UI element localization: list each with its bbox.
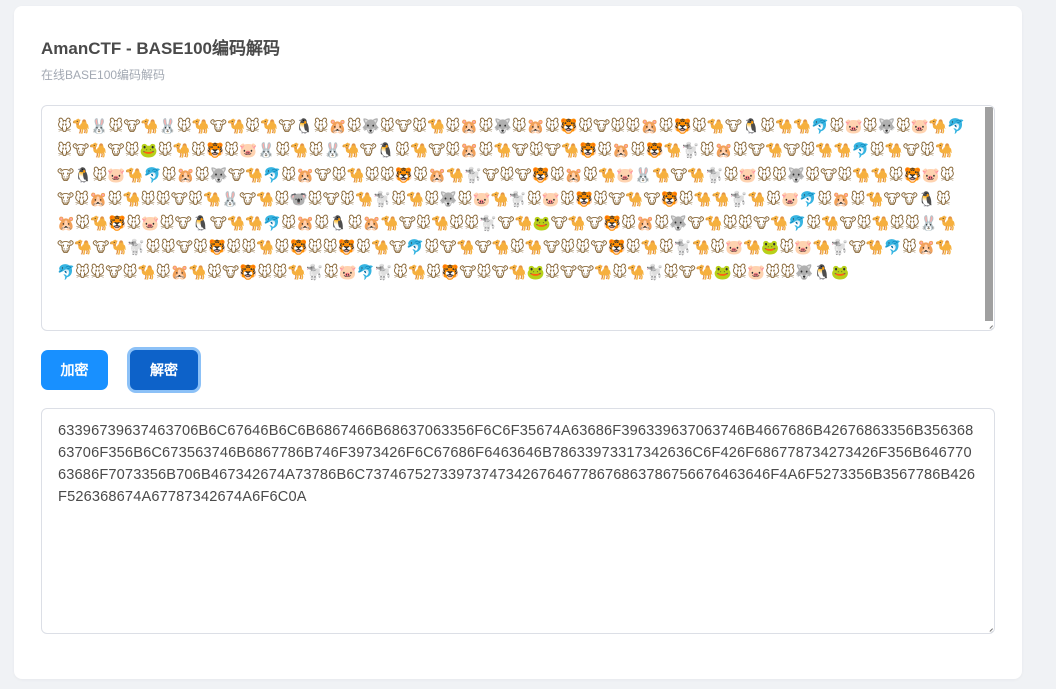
output-value: 63396739637463706B6C67646B6C6B6867466B68… bbox=[58, 423, 976, 505]
decrypt-button[interactable]: 解密 bbox=[127, 347, 201, 393]
emoji-input-resize-handle[interactable] bbox=[985, 321, 993, 329]
page-subtitle: 在线BASE100编码解码 bbox=[41, 68, 166, 82]
output-textarea[interactable]: 63396739637463706B6C67646B6C6B6867466B68… bbox=[41, 408, 995, 634]
emoji-input-value: 🐭🐪🐰🐭🐮🐪🐰🐭🐪🐮🐪🐭🐪🐮🐧🐭🐹🐭🐺🐭🐮🐭🐪🐭🐹🐭🐺🐭🐹🐭🐯🐭🐮🐭🐭🐹🐭🐯🐭🐪… bbox=[57, 119, 966, 281]
emoji-input-textarea[interactable]: 🐭🐪🐰🐭🐮🐪🐰🐭🐪🐮🐪🐭🐪🐮🐧🐭🐹🐭🐺🐭🐮🐭🐪🐭🐹🐭🐺🐭🐹🐭🐯🐭🐮🐭🐭🐹🐭🐯🐭🐪… bbox=[41, 105, 995, 331]
page-title: AmanCTF - BASE100编码解码 bbox=[41, 39, 280, 58]
main-card: AmanCTF - BASE100编码解码 在线BASE100编码解码 🐭🐪🐰🐭… bbox=[14, 6, 1022, 679]
emoji-input-scrollbar[interactable] bbox=[985, 107, 993, 321]
output-resize-handle[interactable] bbox=[985, 624, 993, 632]
encrypt-button[interactable]: 加密 bbox=[41, 350, 108, 390]
